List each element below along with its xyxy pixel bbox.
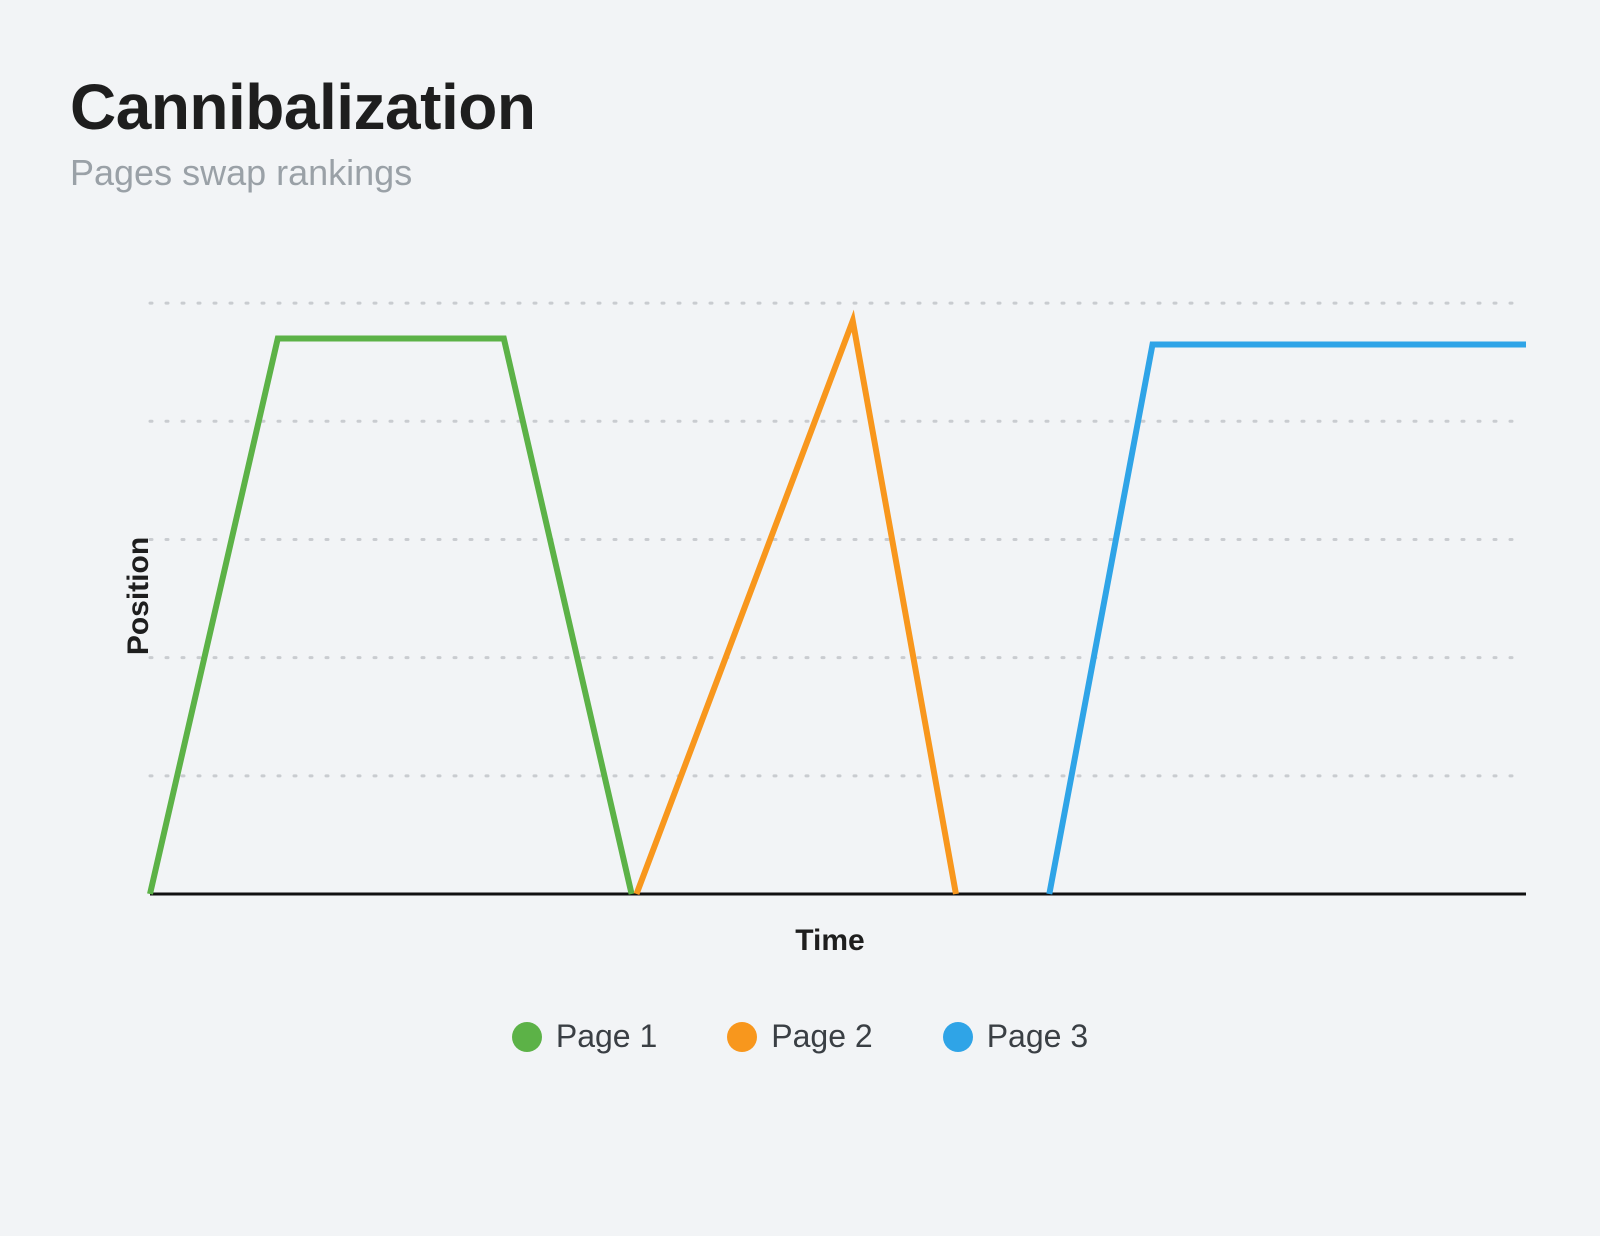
legend-item: Page 1 <box>512 1018 657 1055</box>
chart-area: Position Time <box>130 234 1530 958</box>
legend-item: Page 2 <box>727 1018 872 1055</box>
line-chart <box>130 234 1530 904</box>
legend-label: Page 2 <box>771 1018 872 1055</box>
x-axis-label: Time <box>130 924 1530 958</box>
legend-label: Page 3 <box>987 1018 1088 1055</box>
legend-swatch <box>512 1022 542 1052</box>
legend: Page 1 Page 2 Page 3 <box>70 1018 1530 1055</box>
chart-subtitle: Pages swap rankings <box>70 152 1530 194</box>
legend-swatch <box>943 1022 973 1052</box>
legend-swatch <box>727 1022 757 1052</box>
chart-title: Cannibalization <box>70 70 1530 144</box>
legend-item: Page 3 <box>943 1018 1088 1055</box>
y-axis-label: Position <box>122 537 156 655</box>
legend-label: Page 1 <box>556 1018 657 1055</box>
